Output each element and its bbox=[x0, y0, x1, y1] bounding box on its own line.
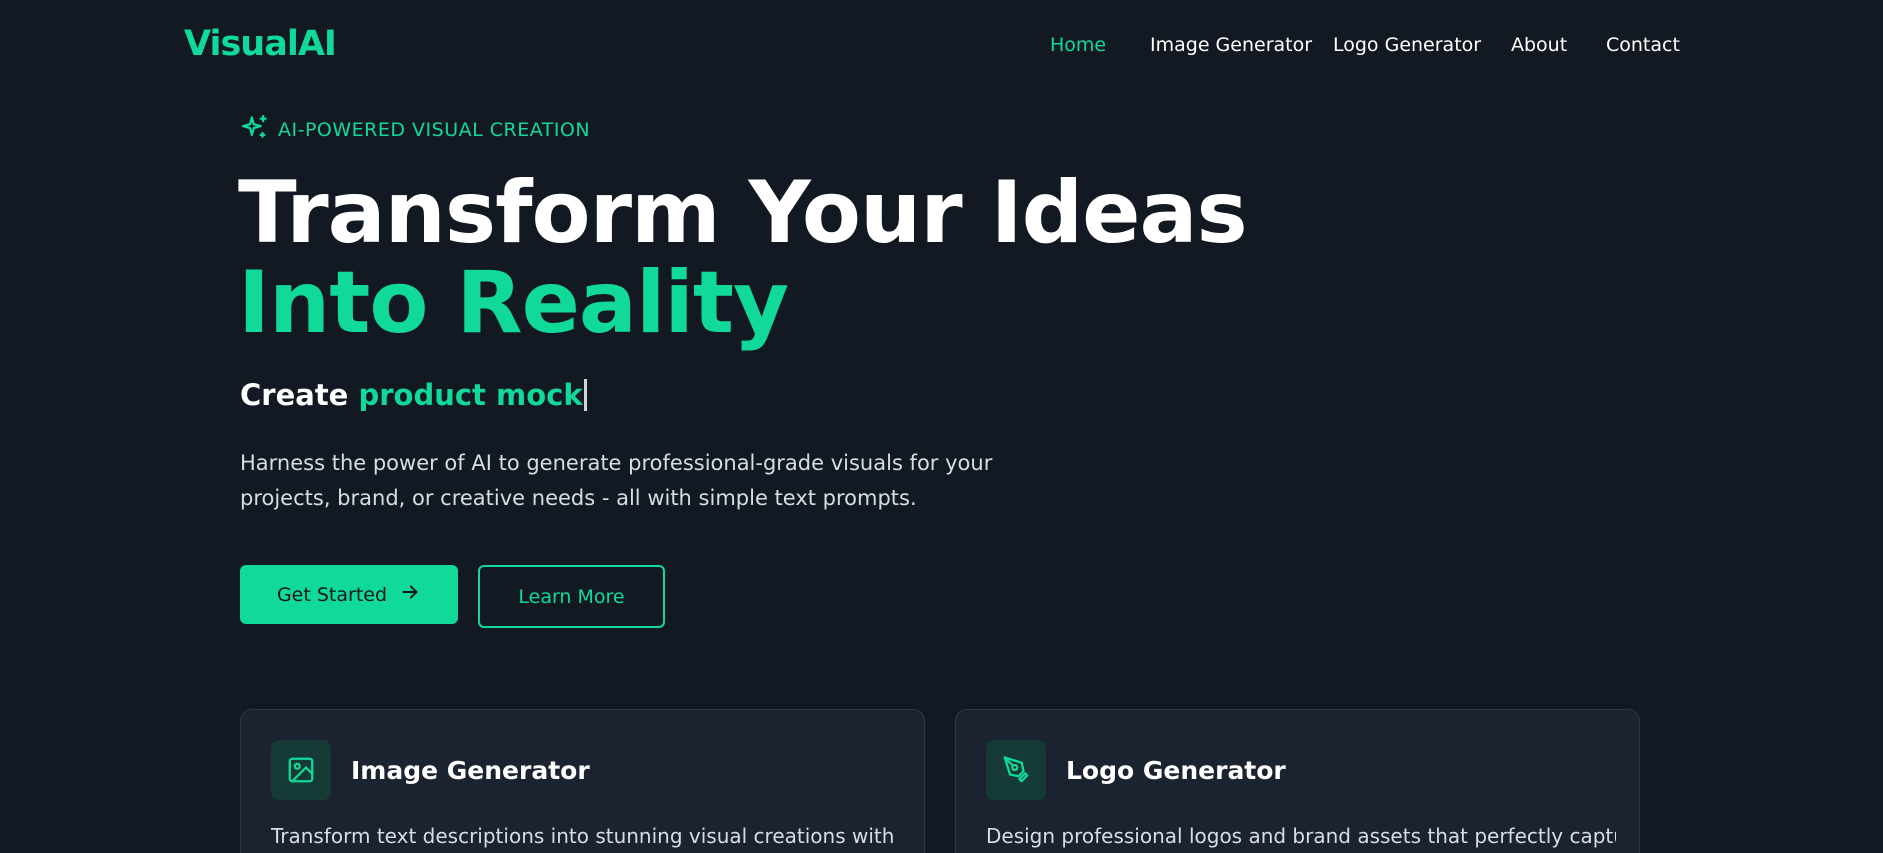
eyebrow-text: AI-POWERED VISUAL CREATION bbox=[278, 119, 591, 141]
typing-cursor bbox=[583, 379, 587, 411]
feature-card-description: Design professional logos and brand asse… bbox=[986, 824, 1616, 848]
arrow-right-icon bbox=[399, 581, 421, 608]
typing-prefix: Create bbox=[240, 378, 349, 412]
brand-logo[interactable]: VisualAI bbox=[184, 24, 337, 64]
get-started-label: Get Started bbox=[276, 583, 388, 606]
feature-card-title: Logo Generator bbox=[1066, 756, 1286, 785]
feature-card-image-generator[interactable]: Image Generator Transform text descripti… bbox=[240, 709, 925, 853]
hero-title: Transform Your Ideas Into Reality bbox=[238, 168, 1248, 353]
feature-card-description: Transform text descriptions into stunnin… bbox=[271, 824, 901, 848]
page: VisualAI Home Image Generator Logo Gener… bbox=[0, 0, 1883, 853]
learn-more-button[interactable]: Learn More bbox=[478, 565, 665, 628]
hero-title-line-2: Into Reality bbox=[238, 253, 789, 353]
learn-more-label: Learn More bbox=[518, 585, 625, 608]
typing-headline: Create product mock bbox=[240, 378, 587, 412]
top-navigation: VisualAI Home Image Generator Logo Gener… bbox=[0, 0, 1883, 88]
nav-item-home[interactable]: Home bbox=[1050, 34, 1106, 56]
nav-item-contact[interactable]: Contact bbox=[1606, 34, 1680, 56]
pen-tool-icon bbox=[986, 740, 1046, 800]
hero-description: Harness the power of AI to generate prof… bbox=[240, 451, 993, 510]
nav-item-image-generator[interactable]: Image Generator bbox=[1150, 34, 1312, 56]
get-started-button[interactable]: Get Started bbox=[240, 565, 458, 624]
nav-item-about[interactable]: About bbox=[1511, 34, 1567, 56]
feature-card-logo-generator[interactable]: Logo Generator Design professional logos… bbox=[955, 709, 1640, 853]
hero-title-line-1: Transform Your Ideas bbox=[238, 163, 1248, 263]
typing-word: product mock bbox=[358, 378, 583, 412]
sparkles-icon bbox=[240, 113, 270, 147]
image-icon bbox=[271, 740, 331, 800]
feature-card-title: Image Generator bbox=[351, 756, 590, 785]
nav-item-logo-generator[interactable]: Logo Generator bbox=[1333, 34, 1481, 56]
hero-eyebrow: AI-POWERED VISUAL CREATION bbox=[240, 114, 590, 146]
